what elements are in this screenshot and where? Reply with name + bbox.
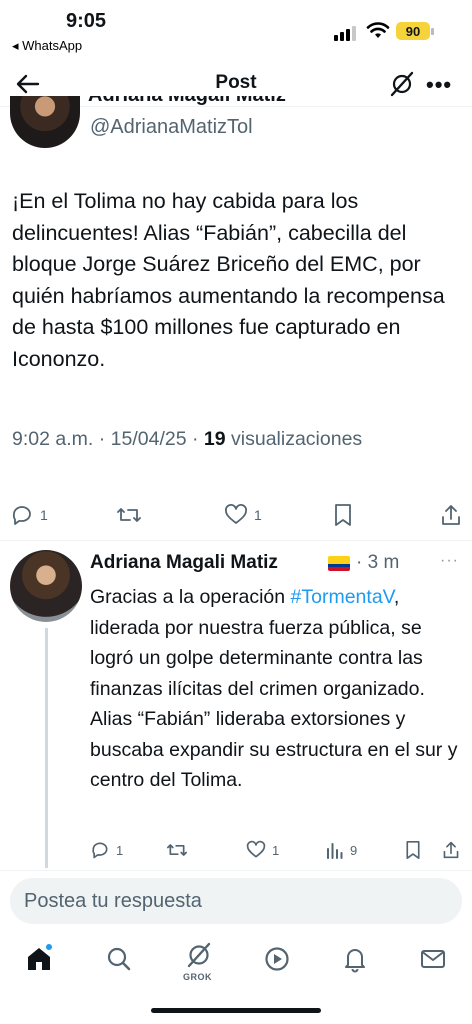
flag-stripe-yellow — [328, 556, 350, 564]
divider — [0, 540, 472, 541]
share-icon — [443, 841, 459, 859]
reply-text-start: Gracias a la operación — [90, 586, 291, 608]
reply-count: 1 — [40, 507, 48, 523]
meta-separator: · — [191, 428, 199, 450]
reply-avatar[interactable] — [10, 550, 82, 622]
repost-button[interactable] — [116, 503, 142, 527]
bookmark-icon — [406, 840, 420, 859]
tweet-meta: 9:02 a.m. · 15/04/25 · 19 visualizacione… — [12, 428, 362, 451]
reply-like-count: 1 — [272, 842, 280, 858]
more-options-icon[interactable]: ••• — [426, 72, 452, 98]
heart-icon — [225, 504, 247, 524]
messages-icon[interactable] — [418, 944, 448, 974]
thread-line — [45, 628, 48, 868]
author-handle[interactable]: @AdrianaMatizTol — [90, 116, 253, 139]
video-icon[interactable] — [262, 944, 292, 974]
notifications-icon[interactable] — [340, 944, 370, 974]
like-count: 1 — [254, 507, 262, 523]
signal-icon — [334, 26, 356, 41]
views-label: visualizaciones — [231, 428, 363, 450]
bookmark-button[interactable] — [332, 503, 354, 527]
tweet-actions: 1 1 — [0, 500, 472, 530]
views-count[interactable]: 19 — [204, 428, 226, 450]
reply-text: Gracias a la operación #TormentaV, lider… — [90, 582, 465, 796]
bookmark-icon — [335, 504, 351, 526]
battery-indicator: 90 — [396, 22, 430, 40]
author-name-partial: Adriana Magali Matiz — [88, 96, 288, 108]
heart-icon — [246, 840, 266, 858]
reply-repost-button[interactable] — [166, 840, 188, 860]
reply-button[interactable]: 1 — [10, 503, 48, 527]
search-icon[interactable] — [104, 944, 134, 974]
reply-more-icon[interactable]: ··· — [440, 552, 459, 570]
like-button[interactable]: 1 — [224, 503, 262, 527]
grok-tab-label: GROK — [183, 972, 212, 982]
reply-timestamp: · 3 m — [356, 552, 399, 574]
flag-stripe-red — [328, 567, 350, 571]
analytics-icon — [327, 843, 343, 859]
notification-dot — [46, 944, 52, 950]
reply-icon — [92, 842, 108, 859]
reply-views-count: 9 — [350, 842, 358, 858]
home-indicator — [151, 1008, 321, 1013]
reply-text-end: , liderada por nuestra fuerza pública, s… — [90, 586, 458, 791]
divider — [0, 870, 472, 871]
compose-placeholder: Postea tu respuesta — [24, 890, 202, 912]
share-icon — [442, 505, 460, 525]
colombia-flag-icon — [328, 556, 350, 571]
reply-time: 3 m — [367, 552, 400, 573]
reply-share-button[interactable] — [442, 840, 460, 860]
avatar[interactable] — [10, 96, 80, 148]
reply-views-button[interactable]: 9 — [326, 840, 357, 860]
hashtag-link[interactable]: #TormentaV — [291, 586, 394, 608]
back-to-whatsapp[interactable]: ◂ WhatsApp — [12, 38, 82, 54]
reply-like-button[interactable]: 1 — [246, 840, 279, 860]
grok-tab-icon[interactable] — [184, 940, 214, 970]
tweet-time: 9:02 a.m. — [12, 428, 94, 450]
time-separator: · — [356, 552, 363, 573]
repost-icon — [166, 844, 187, 856]
reply-icon — [12, 506, 31, 525]
reply-reply-button[interactable]: 1 — [90, 840, 123, 860]
reply-reply-count: 1 — [116, 842, 124, 858]
status-time: 9:05 — [66, 10, 107, 32]
meta-separator: · — [98, 428, 106, 450]
reply-bookmark-button[interactable] — [404, 840, 422, 860]
wifi-icon — [366, 22, 390, 38]
tweet-text: ¡En el Tolima no hay cabida para los del… — [12, 189, 445, 371]
tweet-date: 15/04/25 — [110, 428, 187, 450]
battery-nub — [431, 28, 434, 35]
reply-actions: 1 1 9 — [0, 838, 472, 864]
repost-icon — [117, 508, 141, 522]
grok-icon[interactable] — [388, 70, 416, 98]
reply-author-name[interactable]: Adriana Magali Matiz — [90, 552, 278, 574]
share-button[interactable] — [440, 503, 462, 527]
